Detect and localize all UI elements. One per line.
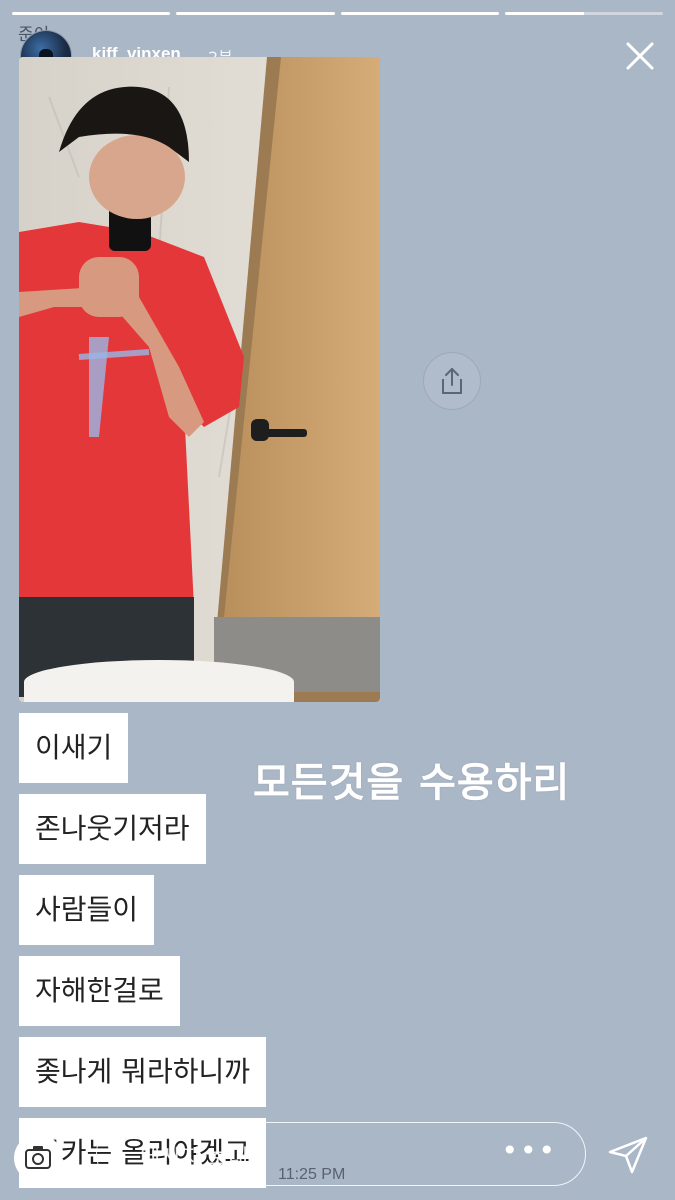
story-photo [19,57,380,702]
send-button[interactable] [606,1132,650,1176]
share-icon [442,368,462,394]
progress-segment [504,12,663,15]
close-icon [626,42,654,70]
reply-placeholder: 메시지 보내기 [140,1146,269,1171]
message-bubble: 존나웃기저라 [19,794,206,864]
share-button[interactable] [423,352,481,410]
progress-segment [340,12,499,15]
camera-button[interactable] [14,1134,62,1182]
message-timestamp: 11:25 PM [278,1166,346,1183]
send-icon [608,1136,648,1174]
progress-segment [12,12,171,15]
story-progress-bar [12,12,663,15]
camera-icon [25,1146,51,1169]
message-bubble: 자해한걸로 [19,956,180,1026]
story-caption-text: 모든것을 수용하리 [253,760,571,806]
message-bubble: 이새기 [19,713,129,783]
progress-segment [176,12,335,15]
message-bubble: 좆나게 뭐라하니까 [19,1037,266,1107]
close-button[interactable] [620,36,660,76]
message-bubble: 사람들이 [19,875,155,945]
more-icon[interactable]: ••• [501,1137,557,1165]
